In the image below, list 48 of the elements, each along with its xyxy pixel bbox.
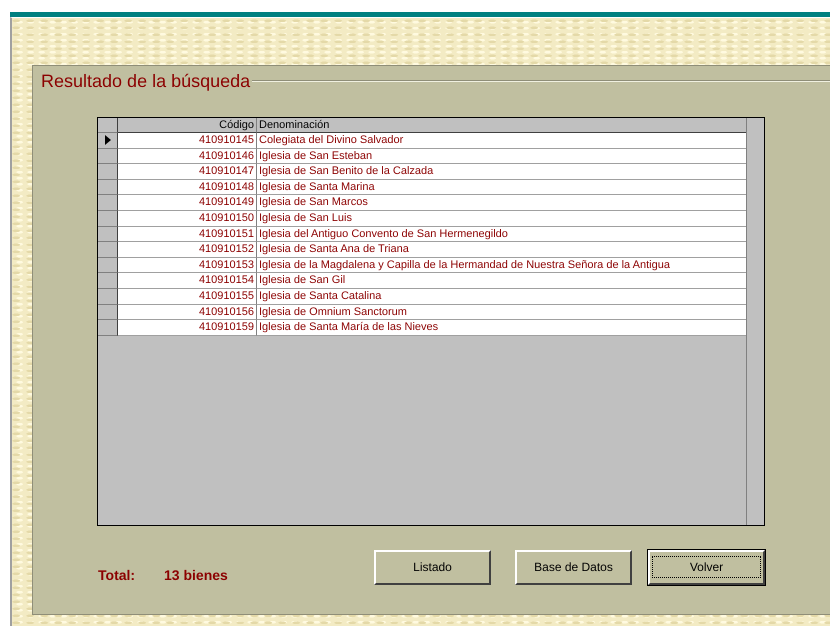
table-cell: Iglesia de San Benito de la Calzada [257,164,746,180]
table-cell: 410910149 [118,195,257,211]
table-cell: Iglesia de Santa Ana de Triana [257,242,746,258]
column-header[interactable]: Código [118,118,257,133]
row-selector[interactable] [98,148,118,164]
current-row-icon [104,135,110,146]
action-button[interactable]: Volver [648,550,765,584]
table-cell: Iglesia de San Luis [257,210,746,227]
row-selector[interactable] [98,304,118,320]
row-selector[interactable] [98,258,118,274]
table-cell: 410910151 [118,226,257,242]
table-cell: Iglesia de la Magdalena y Capilla de la Hermandad de Nuestra Señora de la Antigua [257,258,746,274]
table-cell: Iglesia de Santa María de las Nieves [257,320,746,336]
row-selector[interactable] [98,164,118,180]
row-selector[interactable] [98,273,118,289]
table-cell: 410910147 [118,164,257,180]
row-selector[interactable] [98,288,118,305]
row-selector[interactable] [98,133,118,149]
table-cell: Iglesia de Santa Catalina [257,288,746,305]
row-selector[interactable] [98,226,118,242]
table-cell: 410910145 [118,133,257,149]
row-selector[interactable] [98,180,118,196]
total-label: Total: [98,567,136,583]
table-cell: 410910154 [118,273,257,289]
column-header[interactable]: Denominación [257,118,746,133]
row-selector[interactable] [98,210,118,227]
table-cell: 410910155 [118,288,257,305]
table-cell: Iglesia de Omnium Sanctorum [257,304,746,320]
action-button[interactable]: Listado [374,550,491,584]
table-cell: 410910153 [118,258,257,274]
panel-title: Resultado de la búsqueda [41,70,252,92]
table-cell: 410910146 [118,148,257,164]
table-cell: 410910150 [118,210,257,227]
table-cell: 410910152 [118,242,257,258]
table-cell: 410910156 [118,304,257,320]
table-cell: Iglesia de San Marcos [257,195,746,211]
row-selector[interactable] [98,195,118,211]
row-selector[interactable] [98,320,118,336]
table-cell: Iglesia de Santa Marina [257,180,746,196]
table-cell: 410910159 [118,320,257,336]
total-value: 13 bienes [164,567,229,583]
table-cell: Colegiata del Divino Salvador [257,133,746,149]
row-selector[interactable] [98,242,118,258]
table-cell: Iglesia de San Gil [257,273,746,289]
table-cell: Iglesia del Antiguo Convento de San Hermenegildo [257,226,746,242]
table-cell: Iglesia de San Esteban [257,148,746,164]
table-cell: 410910148 [118,180,257,196]
action-button[interactable]: Base de Datos [515,550,632,584]
